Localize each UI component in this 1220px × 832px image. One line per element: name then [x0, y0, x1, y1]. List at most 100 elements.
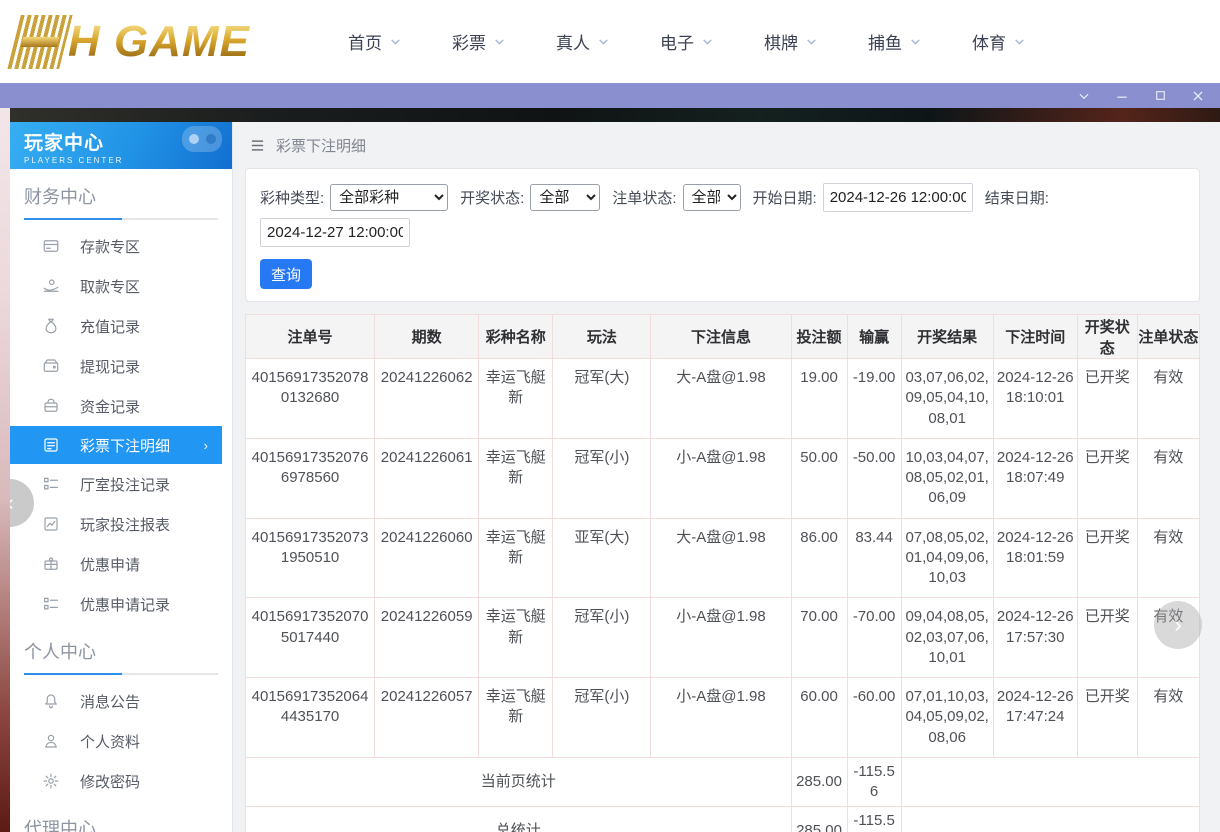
- sidebar-item-label: 厅室投注记录: [80, 476, 171, 494]
- window-maximize-icon[interactable]: [1152, 88, 1168, 104]
- sidebar-item-0-6[interactable]: 厅室投注记录: [10, 464, 232, 504]
- sidebar-item-0-3[interactable]: 提现记录: [10, 346, 232, 386]
- summary-empty-cell: [900, 756, 1201, 808]
- table-cell: 2024-12-26 17:57:30: [992, 597, 1078, 678]
- brand-logo-text: H GAME: [68, 16, 250, 66]
- column-header: 玩法: [552, 314, 652, 359]
- sidebar-item-1-2[interactable]: 修改密码: [10, 761, 232, 801]
- window-close-icon[interactable]: [1190, 88, 1206, 104]
- nav-item-label: 彩票: [452, 34, 486, 53]
- table-cell: 401569173520766978560: [244, 437, 376, 519]
- person-icon: [45, 734, 57, 748]
- panel-next-button[interactable]: ›: [1154, 601, 1202, 649]
- nav-item-label: 真人: [556, 34, 590, 53]
- funds-record-icon: [44, 398, 58, 412]
- table-cell: 07,01,10,03,04,05,09,02,08,06: [900, 677, 994, 758]
- table-cell: 20241226059: [374, 597, 480, 678]
- draw-status-select[interactable]: 全部: [530, 184, 601, 211]
- start-date-label: 开始日期:: [752, 190, 817, 207]
- table-cell: 冠军(小): [552, 597, 652, 678]
- table-cell: 07,08,05,02,01,04,09,06,10,03: [900, 517, 994, 599]
- start-date-input[interactable]: [822, 183, 973, 212]
- table-row: 401569173520731950510 20241226060 幸运飞艇新 亚军(…: [244, 517, 1201, 599]
- nav-item-4[interactable]: 电子: [660, 29, 716, 54]
- table-cell: -70.00: [846, 597, 902, 678]
- chevron-down-icon: [911, 39, 920, 45]
- sidebar-item-1-1[interactable]: 个人资料: [10, 721, 232, 761]
- sidebar-item-label: 资金记录: [80, 398, 141, 416]
- brand-logo-icon: [7, 14, 73, 69]
- sidebar-item-0-9[interactable]: 优惠申请记录: [10, 584, 232, 624]
- sidebar-section-label: 代理中心: [24, 819, 96, 832]
- end-date-input[interactable]: [260, 218, 410, 247]
- nav-item-label: 捕鱼: [868, 34, 902, 53]
- summary-empty-cell: [900, 806, 1201, 832]
- chevron-down-icon: [807, 39, 816, 45]
- table-cell: 2024-12-26 18:10:01: [992, 358, 1078, 439]
- column-header: 投注额: [790, 314, 848, 359]
- sidebar-item-0-4[interactable]: 资金记录: [10, 386, 232, 426]
- table-cell: -50.00: [846, 437, 902, 519]
- sidebar-item-label: 优惠申请记录: [80, 596, 171, 614]
- sidebar-item-0-5[interactable]: 彩票下注明细 ›: [10, 426, 222, 464]
- column-header: 下注时间: [992, 314, 1078, 359]
- table-cell: 已开奖: [1076, 437, 1138, 519]
- nav-item-1[interactable]: 首页: [348, 29, 404, 54]
- summary-label-cell: 当前页统计: [245, 756, 792, 808]
- deposit-icon: [43, 240, 59, 252]
- table-cell: 幸运飞艇新: [478, 358, 554, 439]
- hamburger-icon[interactable]: [249, 138, 266, 153]
- order-status-select[interactable]: 全部: [682, 184, 741, 211]
- sidebar-item-0-7[interactable]: 玩家投注报表: [10, 504, 232, 544]
- table-cell: 401569173520731950510: [244, 517, 376, 599]
- sidebar-item-1-0[interactable]: 消息公告: [10, 681, 232, 721]
- sidebar-item-0-2[interactable]: 充值记录: [10, 306, 232, 346]
- sidebar-item-0-0[interactable]: 存款专区: [10, 226, 232, 266]
- gamepad-icon: [182, 126, 222, 152]
- nav-item-5[interactable]: 棋牌: [764, 29, 820, 54]
- sidebar-item-0-8[interactable]: 优惠申请: [10, 544, 232, 584]
- window-menu-chevron-icon[interactable]: [1076, 88, 1092, 104]
- table-cell: 幸运飞艇新: [478, 677, 554, 758]
- nav-item-label: 首页: [348, 34, 382, 53]
- sidebar-item-0-1[interactable]: 取款专区: [10, 266, 232, 306]
- recharge-record-icon: [45, 318, 57, 334]
- end-date-label: 结束日期:: [984, 190, 1049, 207]
- column-header: 开奖结果: [900, 314, 994, 359]
- summary-row: 总统计285.00-115.56: [245, 806, 1201, 832]
- chevron-down-icon: [703, 39, 712, 45]
- sidebar-item-label: 取款专区: [80, 278, 141, 296]
- table-cell: 19.00: [790, 358, 848, 439]
- sidebar-item-label: 修改密码: [80, 773, 141, 791]
- sidebar-item-label: 个人资料: [80, 733, 141, 751]
- draw-status-label: 开奖状态:: [460, 190, 525, 207]
- table-row: 401569173520766978560 20241226061 幸运飞艇新 冠军(…: [244, 437, 1201, 519]
- table-cell: 401569173520644435170: [244, 677, 376, 758]
- table-cell: 冠军(大): [552, 358, 652, 439]
- sidebar-section-label: 个人中心: [24, 642, 96, 662]
- table-cell: 20241226060: [374, 517, 480, 599]
- main-content: 彩票下注明细 彩种类型: 全部彩种 开奖状态: 全部 注单状态: 全部 开始日期…: [233, 122, 1220, 832]
- lottery-type-select[interactable]: 全部彩种: [330, 184, 449, 211]
- nav-item-3[interactable]: 真人: [556, 29, 612, 54]
- withdrawal-record-icon: [43, 359, 59, 372]
- table-cell: 09,04,08,05,02,03,07,06,10,01: [900, 597, 994, 678]
- window-minimize-icon[interactable]: [1114, 88, 1130, 104]
- nav-item-6[interactable]: 捕鱼: [868, 29, 924, 54]
- sidebar-item-label: 彩票下注明细: [80, 437, 171, 455]
- table-cell: 2024-12-26 18:07:49: [992, 437, 1078, 519]
- sidebar-item-label: 充值记录: [80, 318, 141, 336]
- sidebar-header: 玩家中心 PLAYERS CENTER: [10, 122, 232, 169]
- table-cell: 已开奖: [1076, 517, 1138, 599]
- table-cell: 2024-12-26 17:47:24: [992, 677, 1078, 758]
- table-cell: 10,03,04,07,08,05,02,01,06,09: [900, 437, 994, 519]
- chevron-down-icon: [391, 39, 400, 45]
- column-header: 开奖状态: [1076, 314, 1138, 359]
- gear-icon: [43, 773, 59, 789]
- query-button[interactable]: 查询: [260, 259, 312, 289]
- nav-item-7[interactable]: 体育: [972, 29, 1028, 54]
- lottery-bet-detail-icon: [44, 438, 58, 452]
- column-header: 期数: [374, 314, 480, 359]
- table-cell: 小-A盘@1.98: [650, 597, 792, 678]
- nav-item-2[interactable]: 彩票: [452, 29, 508, 54]
